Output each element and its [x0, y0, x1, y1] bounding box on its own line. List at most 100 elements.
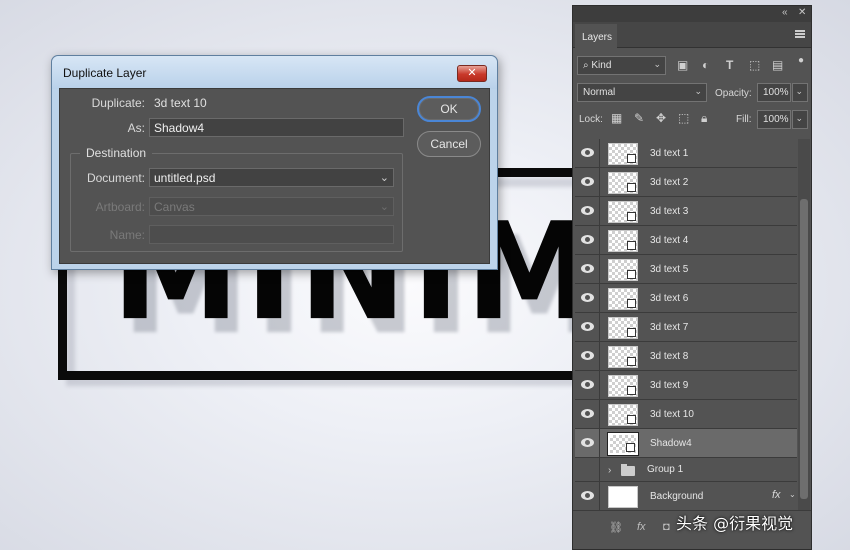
layer-row[interactable]: 3d text 5 — [575, 255, 797, 284]
chevron-down-icon: ⌄ — [653, 59, 661, 69]
eye-icon — [581, 264, 594, 273]
layer-thumbnail — [608, 143, 638, 165]
layer-name: 3d text 3 — [650, 206, 689, 217]
filter-kind-value: Kind — [591, 60, 612, 71]
visibility-toggle[interactable] — [575, 226, 600, 255]
ok-button[interactable]: OK — [417, 96, 481, 122]
smart-object-icon — [627, 212, 636, 221]
artboard-select-value: Canvas — [154, 200, 195, 214]
visibility-toggle[interactable] — [575, 482, 600, 511]
chevron-right-icon[interactable]: › — [608, 465, 611, 476]
visibility-toggle[interactable] — [575, 313, 600, 342]
duplicate-value: 3d text 10 — [154, 96, 207, 110]
layer-row-selected[interactable]: Shadow4 — [575, 429, 797, 458]
layer-row[interactable]: 3d text 6 — [575, 284, 797, 313]
layer-thumbnail — [608, 259, 638, 281]
eye-icon — [581, 148, 594, 157]
dialog-title: Duplicate Layer — [52, 56, 497, 89]
layer-thumbnail — [608, 404, 638, 426]
layer-name: 3d text 9 — [650, 380, 689, 391]
smart-object-icon — [627, 241, 636, 250]
type-filter-icon[interactable]: T — [726, 58, 733, 72]
layer-row[interactable]: 3d text 1 — [575, 139, 797, 168]
layer-row[interactable]: 3d text 8 — [575, 342, 797, 371]
opacity-label: Opacity: — [715, 88, 752, 99]
background-row[interactable]: Background fx ⌄ — [575, 482, 797, 511]
duplicate-layer-dialog: Duplicate Layer ✕ Duplicate: 3d text 10 … — [51, 55, 498, 270]
lock-position-icon[interactable]: ✥ — [656, 111, 666, 125]
collapse-icon[interactable]: « — [782, 7, 788, 18]
panel-topbar: « ✕ — [573, 6, 811, 22]
close-icon[interactable]: ✕ — [798, 7, 806, 18]
smart-object-icon — [627, 328, 636, 337]
layer-name: 3d text 4 — [650, 235, 689, 246]
layer-row[interactable]: 3d text 4 — [575, 226, 797, 255]
eye-icon — [581, 491, 594, 500]
layer-name: 3d text 2 — [650, 177, 689, 188]
visibility-toggle[interactable] — [575, 255, 600, 284]
smart-object-icon — [627, 154, 636, 163]
smart-object-filter-icon[interactable]: ▤ — [772, 58, 783, 72]
visibility-toggle[interactable] — [575, 168, 600, 197]
layer-row[interactable]: 3d text 3 — [575, 197, 797, 226]
chevron-down-icon: ⌄ — [379, 201, 389, 213]
add-mask-icon[interactable]: ◘ — [663, 521, 670, 533]
adjustment-filter-icon[interactable]: ◐ — [702, 58, 709, 72]
add-style-icon[interactable]: fx — [637, 521, 646, 533]
dialog-close-button[interactable]: ✕ — [457, 65, 487, 82]
chevron-down-icon: ⌄ — [795, 86, 803, 96]
document-select[interactable]: untitled.psd ⌄ — [149, 168, 394, 187]
layers-scrollbar[interactable] — [798, 139, 810, 519]
visibility-toggle[interactable] — [575, 342, 600, 371]
visibility-toggle[interactable] — [575, 458, 600, 482]
watermark: 头条 @衍果视觉 — [676, 514, 794, 533]
fx-icon[interactable]: fx — [772, 489, 781, 501]
artboard-select: Canvas ⌄ — [149, 197, 394, 216]
dialog-body: Duplicate: 3d text 10 As: Shadow4 Destin… — [59, 88, 490, 264]
smart-object-icon — [627, 415, 636, 424]
image-filter-icon[interactable]: ▣ — [677, 58, 688, 72]
opacity-input[interactable]: 100% — [757, 83, 791, 102]
cancel-button[interactable]: Cancel — [417, 131, 481, 157]
layer-thumbnail — [608, 172, 638, 194]
layer-name: 3d text 6 — [650, 293, 689, 304]
fill-input[interactable]: 100% — [757, 110, 791, 129]
visibility-toggle[interactable] — [575, 400, 600, 429]
filter-toggle-icon[interactable]: ● — [798, 55, 804, 66]
fill-dropdown[interactable]: ⌄ — [792, 110, 808, 129]
blend-mode-value: Normal — [583, 87, 616, 98]
as-name-input[interactable]: Shadow4 — [149, 118, 404, 137]
group-row[interactable]: › Group 1 — [575, 458, 797, 482]
shape-filter-icon[interactable]: ⬚ — [749, 58, 760, 72]
panel-menu-icon[interactable] — [795, 30, 805, 38]
layer-thumbnail — [608, 317, 638, 339]
filter-kind-select[interactable]: ⌕ Kind ⌄ — [577, 56, 666, 75]
folder-icon — [621, 464, 635, 476]
visibility-toggle[interactable] — [575, 197, 600, 226]
layer-row[interactable]: 3d text 7 — [575, 313, 797, 342]
chevron-down-icon[interactable]: ⌄ — [789, 490, 796, 499]
lock-artboard-icon[interactable]: ⬚ — [678, 111, 689, 125]
opacity-dropdown[interactable]: ⌄ — [792, 83, 808, 102]
visibility-toggle[interactable] — [575, 371, 600, 400]
blend-mode-select[interactable]: Normal ⌄ — [577, 83, 707, 102]
layer-row[interactable]: 3d text 9 — [575, 371, 797, 400]
tab-layers[interactable]: Layers — [575, 24, 617, 49]
visibility-toggle[interactable] — [575, 429, 600, 458]
layer-row[interactable]: 3d text 10 — [575, 400, 797, 429]
scrollbar-thumb[interactable] — [800, 199, 808, 499]
visibility-toggle[interactable] — [575, 139, 600, 168]
lock-label: Lock: — [579, 114, 603, 125]
layer-thumbnail — [608, 346, 638, 368]
eye-icon — [581, 235, 594, 244]
smart-object-icon — [627, 386, 636, 395]
smart-object-icon — [627, 270, 636, 279]
layer-name: Group 1 — [647, 464, 684, 475]
layer-row[interactable]: 3d text 2 — [575, 168, 797, 197]
layers-list: 3d text 1 3d text 2 3d text 3 3d text 4 … — [575, 139, 797, 511]
visibility-toggle[interactable] — [575, 284, 600, 313]
lock-transparent-icon[interactable]: ▦ — [611, 111, 622, 125]
lock-all-icon[interactable]: 🔒︎ — [701, 111, 707, 126]
lock-paint-icon[interactable]: ✎ — [634, 111, 644, 125]
link-layers-icon[interactable]: ⛓ — [609, 521, 623, 534]
